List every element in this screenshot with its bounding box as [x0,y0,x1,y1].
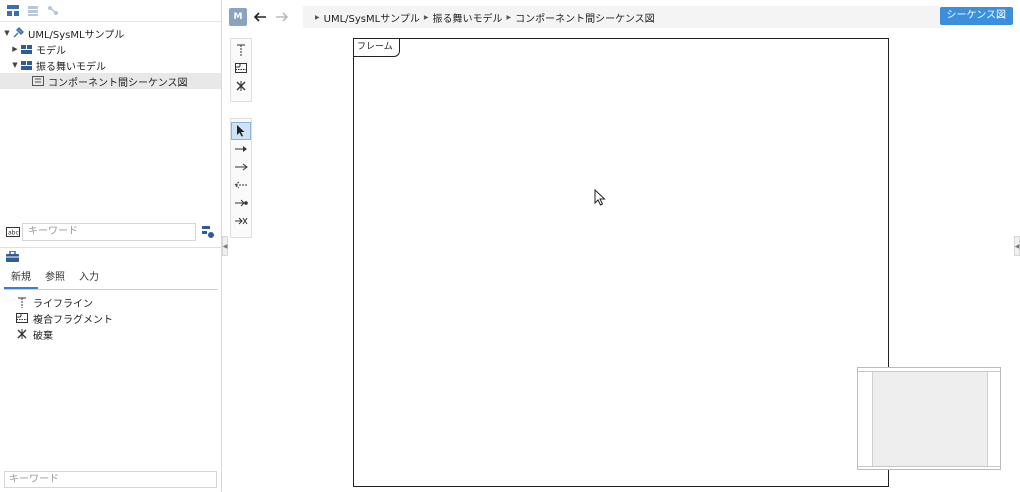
palette-item-label: 複合フラグメント [33,314,113,326]
collapse-caret-icon[interactable]: ▶ [10,45,20,53]
reply-message-arrow-icon [234,181,247,189]
tool-async-message[interactable] [231,158,251,176]
forward-button[interactable] [273,8,291,26]
async-message-arrow-icon [235,163,248,171]
palette-tabs: 新規 参照 入力 [4,270,218,290]
palette-item-label: 破棄 [33,330,53,342]
connector-toolbox [230,118,252,238]
tree-item-label: 振る舞いモデル [36,61,106,73]
breadcrumb-item[interactable]: コンポーネント間シーケンス図 [515,10,655,25]
tool-lost-message[interactable] [231,212,251,230]
project-icon [12,27,24,39]
tree-item-sequence-diagram[interactable]: コンポーネント間シーケンス図 [0,73,221,89]
breadcrumb-separator-icon: ▶ [423,13,429,21]
tree-item-label: コンポーネント間シーケンス図 [48,77,188,89]
element-toolbox [230,38,252,102]
palette-item-lifeline[interactable]: ライフライン [16,294,113,310]
sequence-diagram-frame[interactable]: フレーム [353,38,889,487]
breadcrumb-item[interactable]: UML/SysMLサンプル [324,10,420,25]
stack-icon[interactable] [26,4,40,18]
palette-list: ライフライン 複合フラグメント 破棄 [16,294,113,342]
arrow-right-icon [276,12,289,22]
tool-destroy[interactable] [231,77,251,95]
tool-combined-fragment[interactable] [231,59,251,77]
tool-sync-message[interactable] [231,140,251,158]
destroy-icon [16,328,28,340]
lifeline-icon [237,44,245,56]
collapse-right-panel-handle[interactable]: ◀ [1014,236,1020,256]
frame-label[interactable]: フレーム [354,39,400,57]
tree-search-input[interactable]: キーワード [22,223,196,241]
tool-reply-message[interactable] [231,176,251,194]
destroy-icon [236,81,246,91]
palette-item-combined-fragment[interactable]: 複合フラグメント [16,310,113,326]
diagram-type-button[interactable]: シーケンス図 [939,7,1013,25]
mouse-cursor-icon [594,188,606,209]
sync-message-arrow-icon [235,146,247,152]
tab-new[interactable]: 新規 [4,270,38,289]
tree-item-label: モデル [36,45,66,57]
arrow-left-icon [253,12,266,22]
tool-lifeline[interactable] [231,41,251,59]
panel-splitter[interactable] [0,247,222,248]
palette-item-destroy[interactable]: 破棄 [16,326,113,342]
toolbox-icon [6,250,20,263]
found-message-icon [235,199,248,207]
breadcrumb: ▶ UML/SysMLサンプル ▶ 振る舞いモデル ▶ コンポーネント間シーケン… [303,6,943,28]
left-toolbar [0,0,221,22]
breadcrumb-separator-icon: ▶ [315,13,320,21]
back-button[interactable] [251,8,269,26]
collapse-left-panel-handle[interactable]: ◀ [222,236,228,256]
model-badge[interactable]: M [229,8,247,26]
expand-caret-icon[interactable]: ▼ [10,61,20,69]
lost-message-icon [235,217,248,225]
model-tree-icon[interactable] [6,4,20,18]
pointer-icon [237,125,245,137]
svg-text:abc: abc [8,230,19,237]
tree-item-model[interactable]: ▶ モデル [0,41,221,57]
tab-input[interactable]: 入力 [72,270,106,289]
combined-fragment-icon [235,63,247,73]
tree-root-label: UML/SysMLサンプル [28,29,125,41]
tree-item-behavior-model[interactable]: ▼ 振る舞いモデル [0,57,221,73]
package-icon [20,59,32,71]
minimap-viewport[interactable] [872,372,988,467]
minimap[interactable] [857,367,1001,470]
lifeline-icon [16,296,28,308]
relation-icon[interactable] [46,4,60,18]
tree-root[interactable]: ▼ UML/SysMLサンプル [0,25,221,41]
package-icon [20,43,32,55]
sequence-diagram-icon [32,75,44,87]
tool-found-message[interactable] [231,194,251,212]
expand-caret-icon[interactable]: ▼ [2,29,12,37]
filter-settings-icon[interactable] [200,224,216,240]
minimap-border-line [858,466,1000,467]
combined-fragment-icon [16,312,28,324]
breadcrumb-item[interactable]: 振る舞いモデル [433,10,503,25]
left-panel: ▼ UML/SysMLサンプル ▶ モデル ▼ 振る舞いモデル コンポーネント間… [0,0,222,492]
tool-select[interactable] [231,122,251,140]
tab-reference[interactable]: 参照 [38,270,72,289]
palette-search-input[interactable]: キーワード [4,471,217,488]
breadcrumb-separator-icon: ▶ [506,13,512,21]
palette-item-label: ライフライン [33,298,93,310]
tree-search-row: abc キーワード [4,222,216,242]
model-tree: ▼ UML/SysMLサンプル ▶ モデル ▼ 振る舞いモデル コンポーネント間… [0,22,221,89]
top-bar: M ▶ UML/SysMLサンプル ▶ 振る舞いモデル ▶ コンポーネント間シー… [229,5,1017,29]
modeling-app: ▼ UML/SysMLサンプル ▶ モデル ▼ 振る舞いモデル コンポーネント間… [0,0,1020,492]
search-scope-icon[interactable]: abc [4,223,22,241]
